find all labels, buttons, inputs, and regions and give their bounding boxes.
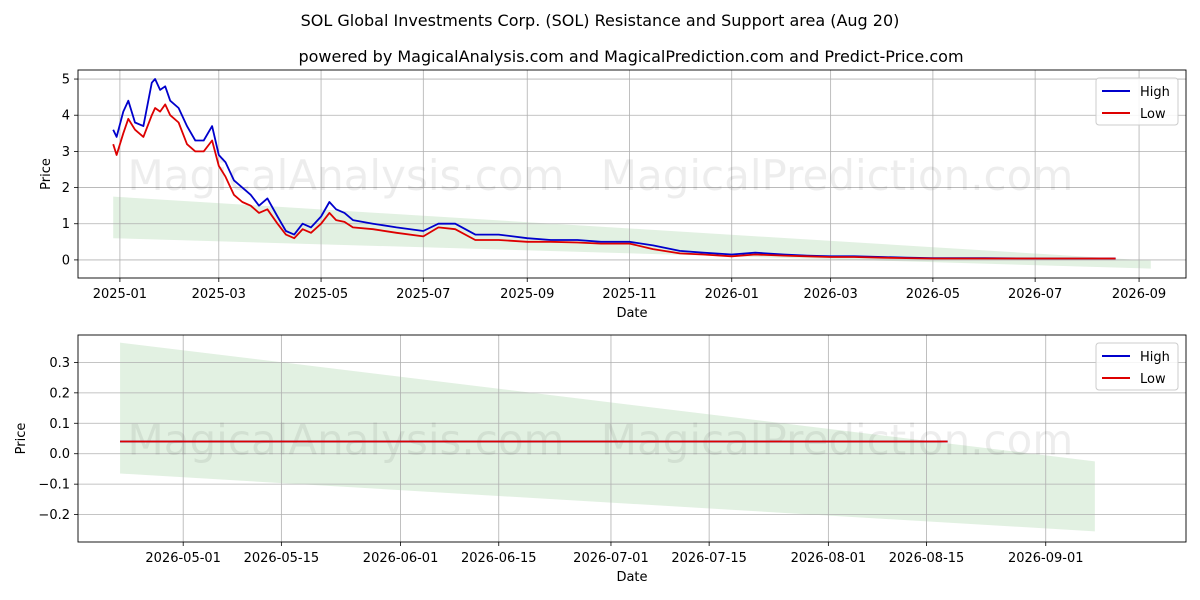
bottom-x-tick-label: 2026-08-01: [791, 551, 867, 566]
bottom-x-tick-label: 2026-06-15: [461, 551, 537, 566]
bottom-x-tick-label: 2026-07-15: [671, 551, 747, 566]
bottom-y-tick-label: 0.1: [49, 417, 70, 432]
top-x-tick-label: 2025-11: [602, 287, 656, 302]
bottom-legend-label-high: High: [1140, 350, 1170, 365]
top-x-tick-label: 2025-07: [396, 287, 450, 302]
bottom-y-tick-label: 0.2: [49, 386, 70, 401]
bottom-y-tick-label: −0.2: [38, 508, 70, 523]
top-x-tick-label: 2025-01: [93, 287, 147, 302]
bottom-x-tick-label: 2026-09-01: [1008, 551, 1084, 566]
figure: SOL Global Investments Corp. (SOL) Resis…: [14, 11, 1187, 585]
top-y-tick-label: 5: [62, 73, 70, 88]
top-y-tick-label: 0: [62, 253, 70, 268]
chart-subtitle: powered by MagicalAnalysis.com and Magic…: [298, 47, 963, 66]
top-legend-label-low: Low: [1140, 107, 1166, 122]
bottom-x-tick-label: 2026-07-01: [573, 551, 649, 566]
top-chart-panel: 2025-01 2025-03 2025-05 2025-07 2025-09 2025-…: [39, 69, 1187, 321]
bottom-legend: High Low: [1095, 342, 1179, 391]
top-x-tick-label: 2026-07: [1008, 287, 1062, 302]
top-x-tick-label: 2025-03: [192, 287, 246, 302]
bottom-x-axis-label: Date: [616, 570, 647, 585]
chart-title: SOL Global Investments Corp. (SOL) Resis…: [301, 11, 900, 30]
top-y-axis-label: Price: [39, 158, 54, 190]
top-legend-label-high: High: [1140, 85, 1170, 100]
top-watermark-analysis: MagicalAnalysis.com: [128, 151, 565, 200]
top-x-tick-label: 2026-05: [906, 287, 960, 302]
bottom-y-tick-label: −0.1: [38, 478, 70, 493]
top-y-tick-label: 1: [62, 217, 70, 232]
top-x-tick-label: 2026-03: [803, 287, 857, 302]
bottom-watermark-analysis: MagicalAnalysis.com: [128, 416, 565, 465]
bottom-chart-panel: 2026-05-01 2026-05-15 2026-06-01 2026-06-15…: [14, 334, 1187, 585]
bottom-x-tick-label: 2026-05-01: [145, 551, 221, 566]
top-x-tick-label: 2026-09: [1112, 287, 1166, 302]
top-x-tick-label: 2025-09: [500, 287, 554, 302]
top-y-tick-label: 2: [62, 181, 70, 196]
bottom-y-axis-label: Price: [14, 423, 29, 455]
bottom-x-tick-label: 2026-06-01: [363, 551, 439, 566]
top-y-tick-label: 4: [62, 109, 70, 124]
top-watermark-prediction: MagicalPrediction.com: [601, 151, 1074, 200]
bottom-x-tick-label: 2026-05-15: [244, 551, 320, 566]
top-legend: High Low: [1095, 77, 1179, 126]
top-y-tick-label: 3: [62, 145, 70, 160]
bottom-y-tick-label: 0.3: [49, 356, 70, 371]
bottom-legend-label-low: Low: [1140, 372, 1166, 387]
top-x-tick-label: 2026-01: [705, 287, 759, 302]
bottom-watermark-prediction: MagicalPrediction.com: [601, 416, 1074, 465]
top-x-axis-label: Date: [616, 306, 647, 321]
top-x-tick-label: 2025-05: [294, 287, 348, 302]
bottom-y-tick-label: 0.0: [49, 447, 70, 462]
bottom-x-tick-label: 2026-08-15: [889, 551, 965, 566]
